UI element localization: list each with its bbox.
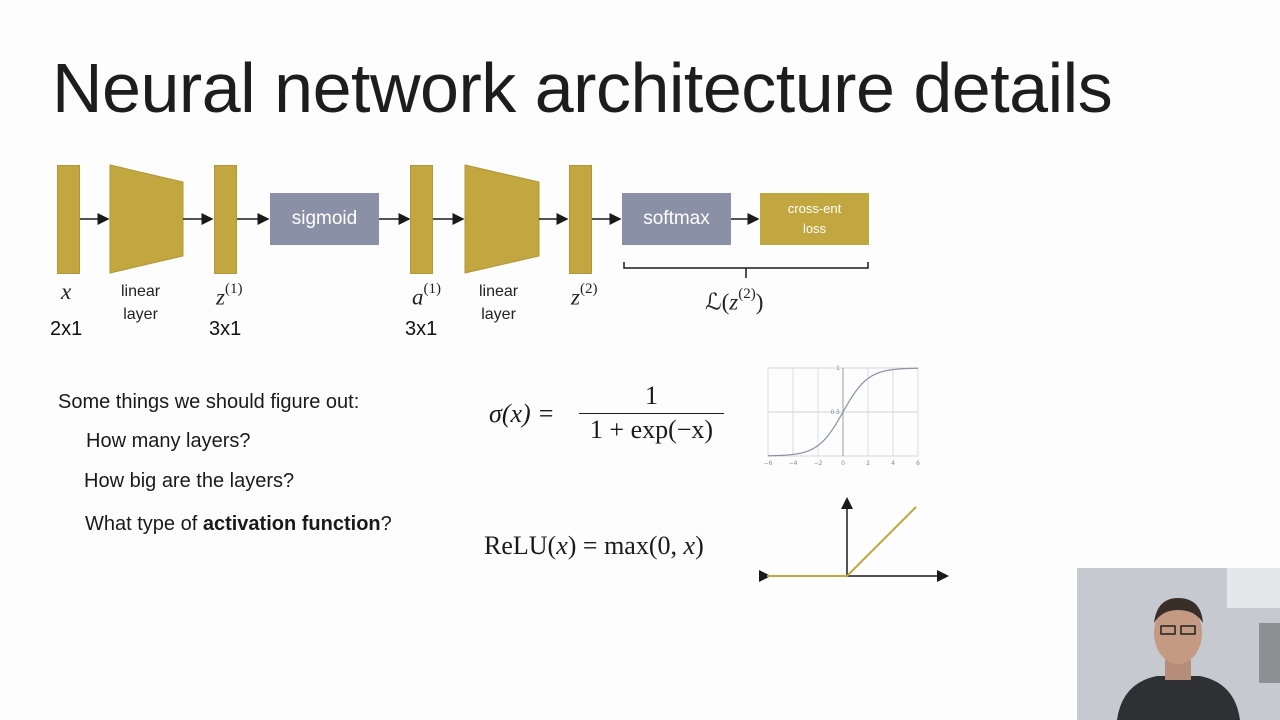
fraction-bar <box>579 413 724 414</box>
q3-bold: activation function <box>202 513 381 535</box>
relu-plot <box>759 497 949 582</box>
cross-ent-line1: cross-ent <box>787 201 842 216</box>
vector-a1 <box>410 165 433 274</box>
sigmoid-x-tick-label: −4 <box>789 460 798 467</box>
sigmoid-plot: −6 −4 −2 0 2 4 6 0.5 1 <box>764 365 921 467</box>
relu-rhs-close: ) <box>695 531 704 560</box>
presenter-silhouette <box>1077 568 1280 720</box>
q3-suffix: ? <box>380 513 392 535</box>
sigmoid-lhs: σ(x) = <box>489 399 555 428</box>
softmax-box: softmax <box>622 193 731 245</box>
sigmoid-y-tick-label: 1 <box>836 365 840 372</box>
a1-base: a <box>412 284 424 310</box>
loss-sup: (2) <box>738 286 756 302</box>
relu-linear-segment <box>846 506 917 577</box>
sigmoid-fraction: 1 1 + exp(−x) <box>579 381 724 445</box>
vector-z2 <box>569 165 592 274</box>
input-vector-x <box>57 165 80 274</box>
cross-entropy-loss-box: cross-ent loss <box>760 193 869 245</box>
loss-calL: ℒ <box>705 289 722 316</box>
questions-intro: Some things we should figure out: <box>58 391 360 413</box>
sigmoid-x-tick-label: 4 <box>891 460 895 467</box>
dim-z1: 3x1 <box>209 318 242 340</box>
relu-equation: ReLU(x) = max(0, x) <box>484 531 704 561</box>
q3-prefix: What type of <box>85 513 203 535</box>
sigmoid-box: sigmoid <box>270 193 379 245</box>
question-layers-count: How many layers? <box>86 430 251 452</box>
presenter-webcam <box>1077 568 1280 720</box>
question-layers-size: How big are the layers? <box>84 470 295 492</box>
vector-z1 <box>214 165 237 274</box>
linear-layer-1-shape <box>109 164 184 274</box>
z1-sup: (1) <box>224 281 243 297</box>
loss-z: z <box>729 289 739 315</box>
label-linear-layer-1: linear layer <box>121 280 160 326</box>
linear-layer-2-shape <box>464 164 540 274</box>
cross-ent-line2: loss <box>802 221 827 236</box>
linear-layer-2-line1: linear <box>479 283 519 300</box>
sigmoid-denominator: 1 + exp(−x) <box>589 415 714 444</box>
sigmoid-equation: σ(x) = 1 1 + exp(−x) <box>489 381 739 451</box>
label-a1: a(1) <box>412 281 442 311</box>
linear-layer-1-line1: linear <box>121 283 161 300</box>
z2-base: z <box>571 284 580 310</box>
label-z1: z(1) <box>216 281 243 311</box>
relu-rhs-x: x <box>683 531 696 560</box>
relu-eq: = max(0, <box>576 531 684 560</box>
label-loss: ℒ(z(2)) <box>705 286 764 316</box>
question-activation: What type of activation function? <box>85 513 392 536</box>
relu-fn: ReLU( <box>484 531 557 560</box>
z2-sup: (2) <box>579 281 598 297</box>
sigmoid-y-tick-label: 0.5 <box>830 409 840 416</box>
z1-base: z <box>216 284 225 310</box>
dim-a1: 3x1 <box>405 318 438 340</box>
loss-brace <box>623 262 869 278</box>
sigmoid-x-tick-label: −2 <box>814 460 823 467</box>
sigmoid-x-tick-label: 0 <box>841 460 845 467</box>
label-z2: z(2) <box>571 281 598 311</box>
sigmoid-numerator: 1 <box>645 381 658 410</box>
linear-layer-1-line2: layer <box>123 306 158 323</box>
sigmoid-x-tick-label: 2 <box>866 460 870 467</box>
linear-layer-2-line2: layer <box>481 306 516 323</box>
sigmoid-x-tick-label: −6 <box>764 460 773 467</box>
sigmoid-x-tick-label: 6 <box>916 460 920 467</box>
sigmoid-tick-labels: −6 −4 −2 0 2 4 6 0.5 1 <box>764 365 921 467</box>
dim-x: 2x1 <box>50 318 83 340</box>
relu-lhs-x: x <box>556 531 568 560</box>
loss-close-paren: ) <box>755 289 764 315</box>
a1-sup: (1) <box>423 281 442 297</box>
label-x: x <box>61 279 72 304</box>
label-linear-layer-2: linear layer <box>479 280 518 326</box>
